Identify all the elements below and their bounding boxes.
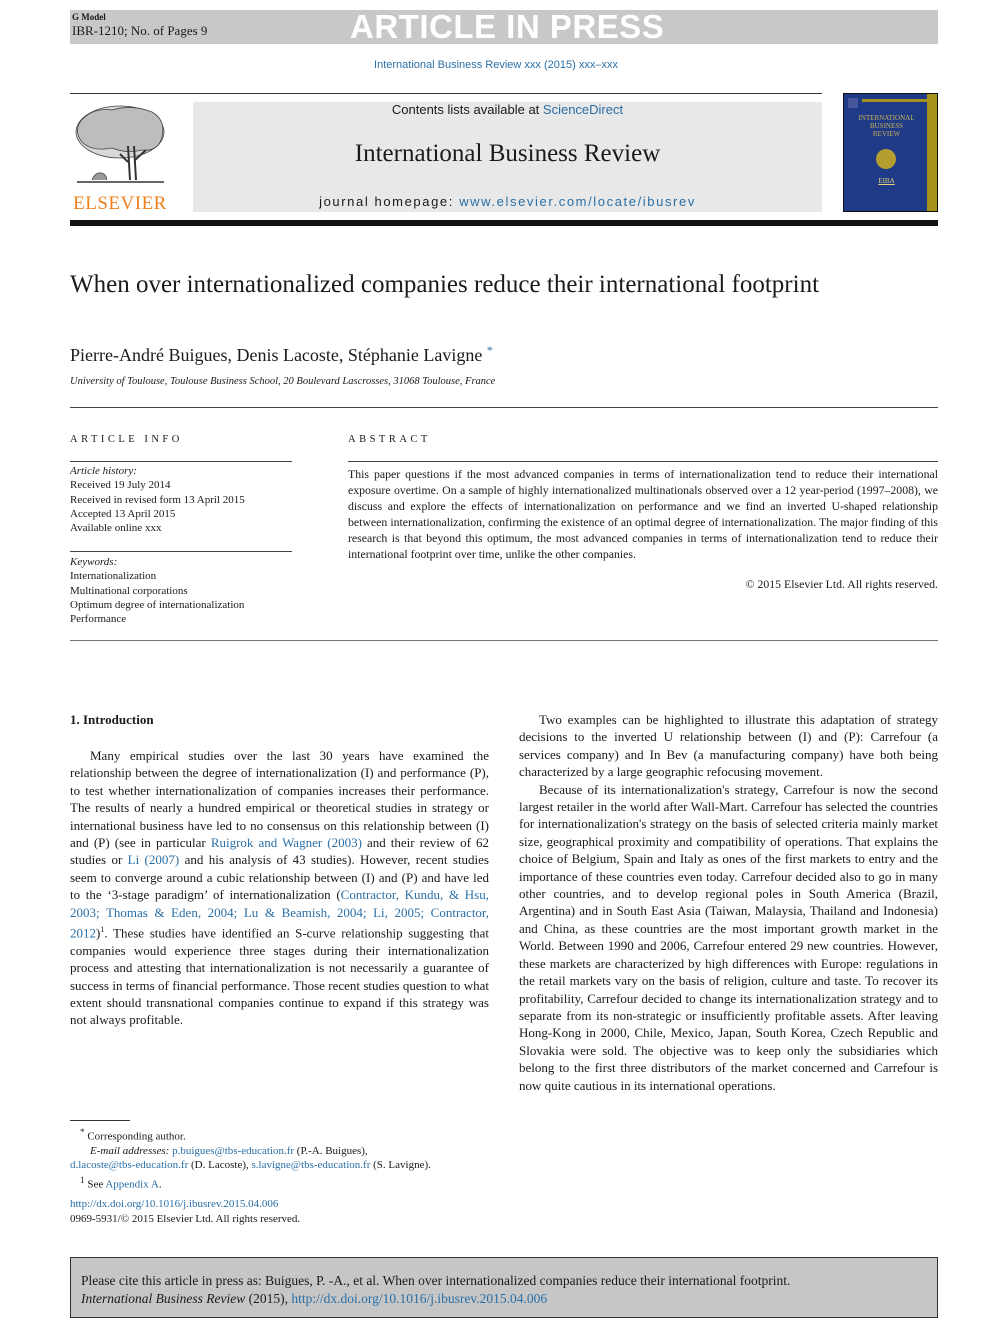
elsevier-tree-icon <box>72 102 168 190</box>
email-label: E-mail addresses: <box>90 1144 173 1157</box>
doi-link[interactable]: http://dx.doi.org/10.1016/j.ibusrev.2015… <box>70 1197 300 1212</box>
article-info-heading: ARTICLE INFO <box>70 434 183 445</box>
homepage-label: journal homepage: <box>319 194 460 209</box>
g-model-label: G Model <box>72 12 106 22</box>
history-item: Received in revised form 13 April 2015 <box>70 493 245 506</box>
abstract-copyright: © 2015 Elsevier Ltd. All rights reserved… <box>745 577 938 591</box>
footnote-text: . <box>158 1178 162 1191</box>
history-item: Available online xxx <box>70 522 162 535</box>
history-item: Accepted 13 April 2015 <box>70 507 176 520</box>
body-paragraph: Many empirical studies over the last 30 … <box>70 747 489 1029</box>
keyword-item: Performance <box>70 613 127 626</box>
citation-doi-link[interactable]: http://dx.doi.org/10.1016/j.ibusrev.2015… <box>291 1291 547 1306</box>
body-column-right: Two examples can be highlighted to illus… <box>519 711 938 1094</box>
citation-line-1: Please cite this article in press as: Bu… <box>81 1273 791 1288</box>
keyword-item: Internationalization <box>70 570 157 583</box>
text-run: . These studies have identified an S-cur… <box>70 925 489 1028</box>
citation-link[interactable]: Ruigrok and Wagner (2003) <box>211 835 362 850</box>
elsevier-wordmark: ELSEVIER <box>73 193 167 214</box>
footnote-emails: E-mail addresses: p.buigues@tbs-educatio… <box>70 1144 500 1158</box>
journal-name: International Business Review <box>354 140 661 167</box>
keywords: Keywords: Internationalization Multinati… <box>70 555 244 626</box>
cover-badge: EIBA <box>878 177 895 185</box>
journal-cover[interactable]: INTERNATIONAL BUSINESS REVIEW EIBA <box>843 93 938 212</box>
contents-prefix: Contents lists available at <box>391 102 543 117</box>
cover-title-line: BUSINESS <box>869 122 904 130</box>
corresponding-author-mark[interactable]: * <box>487 343 493 357</box>
footnote-1: 1 See Appendix A. <box>70 1173 500 1192</box>
header-rule <box>70 93 822 94</box>
abstract-bottom-rule <box>70 640 938 641</box>
author-list: Pierre-André Buigues, Denis Lacoste, Sté… <box>70 343 493 366</box>
homepage-link[interactable]: www.elsevier.com/locate/ibusrev <box>459 194 696 209</box>
article-id-pages: IBR-1210; No. of Pages 9 <box>72 23 208 38</box>
masthead-divider <box>70 220 938 226</box>
footnote-corresponding: * Corresponding author. <box>70 1125 500 1144</box>
section-heading-introduction: 1. Introduction <box>70 712 154 727</box>
body-paragraph: Because of its internationalization's st… <box>519 781 938 1093</box>
email-owner: (D. Lacoste), <box>188 1159 252 1172</box>
email-link[interactable]: s.lavigne@tbs-education.fr <box>252 1159 371 1171</box>
contents-line: Contents lists available at ScienceDirec… <box>193 102 822 117</box>
article-history: Article history: Received 19 July 2014 R… <box>70 464 245 535</box>
footnote-emails-cont: d.lacoste@tbs-education.fr (D. Lacoste),… <box>70 1158 500 1172</box>
section-divider <box>70 407 938 408</box>
body-paragraph: Two examples can be highlighted to illus… <box>519 712 938 780</box>
affiliation: University of Toulouse, Toulouse Busines… <box>70 376 496 387</box>
cover-bar <box>862 99 929 102</box>
sciencedirect-link[interactable]: ScienceDirect <box>543 102 623 117</box>
email-link[interactable]: d.lacoste@tbs-education.fr <box>70 1159 188 1171</box>
doi-block: http://dx.doi.org/10.1016/j.ibusrev.2015… <box>70 1197 300 1227</box>
citation-journal: International Business Review <box>81 1291 246 1306</box>
footnote-text: See <box>84 1178 106 1191</box>
article-in-press-banner: G Model IBR-1210; No. of Pages 9 ARTICLE… <box>70 8 938 45</box>
abstract-text: This paper questions if the most advance… <box>348 467 938 561</box>
email-owner: (P.-A. Buigues), <box>294 1144 368 1157</box>
cover-publisher-icon <box>848 98 858 108</box>
citation-link[interactable]: Li (2007) <box>128 852 180 867</box>
footnote-mark: * <box>80 1127 85 1137</box>
article-title: When over internationalized companies re… <box>70 271 820 298</box>
citation-box: Please cite this article in press as: Bu… <box>70 1257 938 1318</box>
abstract-rule <box>348 461 938 462</box>
history-label: Article history: <box>70 465 137 477</box>
article-info-rule <box>70 461 292 462</box>
cover-title: INTERNATIONAL BUSINESS REVIEW <box>844 114 929 138</box>
history-item: Received 19 July 2014 <box>70 479 171 492</box>
keywords-rule <box>70 551 292 552</box>
issn-copyright: 0969-5931/© 2015 Elsevier Ltd. All right… <box>70 1213 301 1225</box>
elsevier-logo[interactable]: ELSEVIER <box>70 100 170 214</box>
homepage-line: journal homepage: www.elsevier.com/locat… <box>193 194 822 209</box>
body-column-left: Many empirical studies over the last 30 … <box>70 747 489 1029</box>
authors-text: Pierre-André Buigues, Denis Lacoste, Sté… <box>70 345 483 365</box>
cover-stripe <box>927 94 937 211</box>
keyword-item: Optimum degree of internationalization <box>70 598 245 611</box>
article-in-press-title: ARTICLE IN PRESS <box>350 8 665 45</box>
footnote-text: Corresponding author. <box>87 1130 186 1143</box>
journal-reference[interactable]: International Business Review xxx (2015)… <box>0 59 992 71</box>
journal-masthead: Contents lists available at ScienceDirec… <box>193 102 822 212</box>
keywords-label: Keywords: <box>70 556 118 568</box>
citation-line-2: International Business Review (2015), ht… <box>81 1290 927 1308</box>
footnotes: * Corresponding author. E-mail addresses… <box>70 1125 500 1192</box>
keyword-item: Multinational corporations <box>70 584 188 597</box>
appendix-link[interactable]: Appendix A <box>105 1178 158 1190</box>
globe-icon <box>876 149 896 169</box>
email-link[interactable]: p.buigues@tbs-education.fr <box>172 1145 294 1157</box>
footnote-rule <box>70 1120 130 1121</box>
cover-title-line: REVIEW <box>872 130 901 138</box>
abstract-heading: ABSTRACT <box>348 434 431 445</box>
cover-title-line: INTERNATIONAL <box>858 114 915 122</box>
email-owner: (S. Lavigne). <box>370 1159 431 1172</box>
citation-year: (2015), <box>245 1291 292 1306</box>
